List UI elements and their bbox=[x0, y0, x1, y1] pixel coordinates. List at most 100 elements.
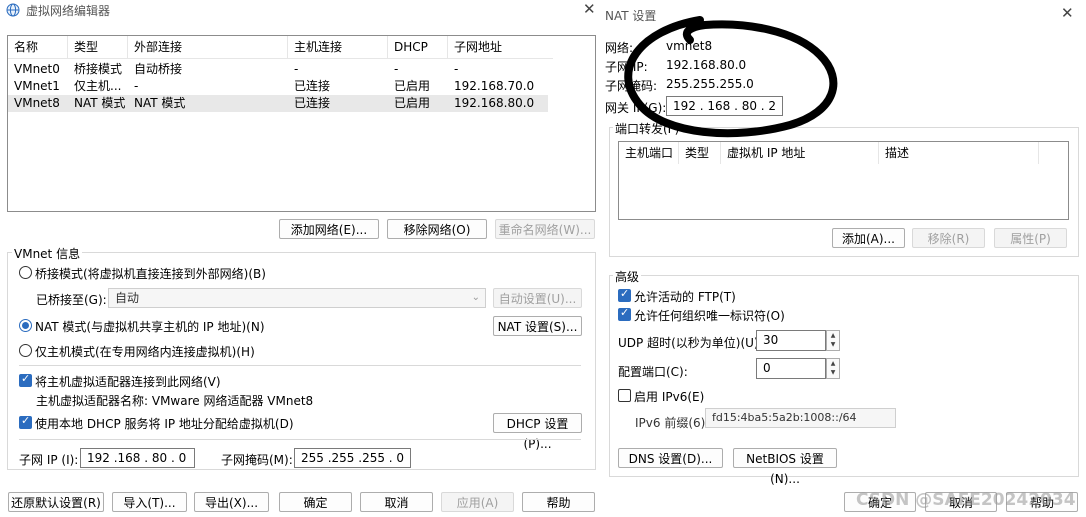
allow-ftp-checkbox[interactable] bbox=[618, 287, 631, 302]
ok-button[interactable]: 确定 bbox=[279, 492, 352, 512]
right-window-title: NAT 设置 bbox=[605, 9, 657, 23]
network-table: 名称 类型 外部连接 主机连接 DHCP 子网地址 VMnet0 桥接模式 自动… bbox=[7, 35, 596, 212]
divider bbox=[19, 365, 581, 366]
subnet-mask-label: 子网掩码: bbox=[605, 79, 658, 93]
column-header[interactable]: 主机连接 bbox=[288, 36, 388, 58]
subnet-ip-input[interactable]: 192 .168 . 80 . 0 bbox=[80, 448, 195, 468]
nat-mode-radio[interactable] bbox=[19, 319, 32, 332]
remove-port-button[interactable]: 移除(R) bbox=[912, 228, 985, 248]
remove-network-button[interactable]: 移除网络(O) bbox=[387, 219, 487, 239]
host-only-label[interactable]: 仅主机模式(在专用网络内连接虚拟机)(H) bbox=[35, 343, 255, 360]
enable-ipv6-checkbox[interactable] bbox=[618, 389, 631, 402]
dns-settings-button[interactable]: DNS 设置(D)... bbox=[618, 448, 723, 468]
table-row-selected[interactable]: VMnet8 NAT 模式 NAT 模式 已连接 已启用 192.168.80.… bbox=[8, 95, 548, 112]
cell-external: NAT 模式 bbox=[134, 96, 186, 110]
column-header[interactable]: 描述 bbox=[879, 142, 1039, 164]
auto-settings-button[interactable]: 自动设置(U)... bbox=[493, 288, 582, 308]
udp-timeout-input[interactable]: 30 bbox=[756, 330, 826, 351]
network-value: vmnet8 bbox=[666, 39, 713, 53]
cancel-button[interactable]: 取消 bbox=[360, 492, 433, 512]
gateway-input[interactable]: 192 . 168 . 80 . 2 bbox=[666, 96, 783, 116]
bridged-to-select[interactable]: 自动 ⌄ bbox=[108, 288, 486, 308]
rename-network-button[interactable]: 重命名网络(W)... bbox=[495, 219, 595, 239]
cell-name: VMnet8 bbox=[14, 96, 60, 110]
bridged-mode-radio[interactable] bbox=[19, 266, 32, 279]
bridged-to-value: 自动 bbox=[115, 291, 140, 305]
left-window-title: 虚拟网络编辑器 bbox=[26, 4, 111, 18]
cell-subnet: 192.168.70.0 bbox=[454, 79, 535, 93]
netbios-settings-button[interactable]: NetBIOS 设置(N)... bbox=[733, 448, 837, 486]
cell-external: - bbox=[134, 79, 139, 93]
subnet-mask-input[interactable]: 255 .255 .255 . 0 bbox=[294, 448, 411, 468]
subnet-ip-label: 子网 IP: bbox=[605, 60, 648, 74]
connect-adapter-label[interactable]: 将主机虚拟适配器连接到此网络(V) bbox=[35, 373, 221, 390]
host-only-radio[interactable] bbox=[19, 344, 32, 357]
cell-dhcp: 已启用 bbox=[394, 79, 431, 93]
close-icon[interactable]: ✕ bbox=[583, 0, 596, 18]
vmnet-info-label: VMnet 信息 bbox=[12, 245, 83, 262]
chevron-down-icon: ⌄ bbox=[471, 292, 480, 303]
port-forwarding-label: 端口转发(F) bbox=[613, 120, 682, 137]
connect-adapter-checkbox[interactable] bbox=[19, 372, 32, 387]
restore-defaults-button[interactable]: 还原默认设置(R) bbox=[8, 492, 104, 512]
config-port-spinner[interactable]: ▲ ▼ bbox=[826, 358, 840, 379]
close-icon[interactable]: ✕ bbox=[1061, 4, 1074, 22]
divider bbox=[19, 439, 581, 440]
allow-oui-label[interactable]: 允许任何组织唯一标识符(O) bbox=[634, 307, 785, 324]
nat-mode-label[interactable]: NAT 模式(与虚拟机共享主机的 IP 地址)(N) bbox=[35, 318, 265, 335]
nat-settings-button[interactable]: NAT 设置(S)... bbox=[493, 316, 582, 336]
dhcp-settings-button[interactable]: DHCP 设置(P)... bbox=[493, 413, 582, 451]
table-row[interactable]: VMnet0 桥接模式 自动桥接 - - - bbox=[8, 61, 548, 78]
cell-host: - bbox=[294, 62, 299, 76]
allow-ftp-label[interactable]: 允许活动的 FTP(T) bbox=[634, 288, 736, 305]
ipv6-prefix-input[interactable]: fd15:4ba5:5a2b:1008::/64 bbox=[705, 408, 896, 428]
column-header[interactable]: 类型 bbox=[68, 36, 128, 58]
export-button[interactable]: 导出(X)... bbox=[194, 492, 269, 512]
use-dhcp-checkbox[interactable] bbox=[19, 414, 32, 429]
cell-external: 自动桥接 bbox=[134, 62, 183, 76]
cell-host: 已连接 bbox=[294, 96, 331, 110]
left-title-bar: 虚拟网络编辑器 ✕ bbox=[0, 0, 600, 20]
gateway-label: 网关 IP(G): bbox=[605, 101, 667, 115]
help-button[interactable]: 帮助 bbox=[522, 492, 595, 512]
table-row[interactable]: VMnet1 仅主机... - 已连接 已启用 192.168.70.0 bbox=[8, 78, 548, 95]
port-forwarding-table: 主机端口 类型 虚拟机 IP 地址 描述 bbox=[618, 141, 1069, 220]
left-dialog: 虚拟网络编辑器 ✕ 名称 类型 外部连接 主机连接 DHCP 子网地址 VMne… bbox=[0, 0, 601, 517]
use-dhcp-label[interactable]: 使用本地 DHCP 服务将 IP 地址分配给虚拟机(D) bbox=[35, 415, 294, 432]
udp-timeout-spinner[interactable]: ▲ ▼ bbox=[826, 330, 840, 351]
column-header[interactable]: DHCP bbox=[388, 36, 448, 58]
column-header[interactable]: 类型 bbox=[679, 142, 721, 164]
udp-timeout-label: UDP 超时(以秒为单位)(U): bbox=[618, 336, 763, 350]
adapter-name: 主机虚拟适配器名称: VMware 网络适配器 VMnet8 bbox=[36, 394, 314, 408]
add-network-button[interactable]: 添加网络(E)... bbox=[279, 219, 379, 239]
cell-type: NAT 模式 bbox=[74, 96, 126, 110]
subnet-mask-label: 子网掩码(M): bbox=[221, 453, 293, 467]
apply-button[interactable]: 应用(A) bbox=[441, 492, 514, 512]
subnet-ip-label: 子网 IP (I): bbox=[19, 453, 79, 467]
bridged-to-label: 已桥接至(G): bbox=[36, 293, 107, 307]
column-header[interactable]: 子网地址 bbox=[448, 36, 553, 58]
ipv6-prefix-label: IPv6 前缀(6): bbox=[635, 416, 710, 430]
config-port-label: 配置端口(C): bbox=[618, 365, 688, 379]
bridged-mode-label[interactable]: 桥接模式(将虚拟机直接连接到外部网络)(B) bbox=[35, 265, 266, 282]
cell-subnet: - bbox=[454, 62, 459, 76]
import-button[interactable]: 导入(T)... bbox=[112, 492, 187, 512]
add-port-button[interactable]: 添加(A)... bbox=[832, 228, 905, 248]
subnet-ip-value: 192.168.80.0 bbox=[666, 58, 747, 72]
cell-dhcp: - bbox=[394, 62, 399, 76]
cell-name: VMnet1 bbox=[14, 79, 60, 93]
subnet-mask-value: 255.255.255.0 bbox=[666, 77, 754, 91]
cell-subnet: 192.168.80.0 bbox=[454, 96, 535, 110]
column-header[interactable]: 名称 bbox=[8, 36, 68, 58]
config-port-input[interactable]: 0 bbox=[756, 358, 826, 379]
right-dialog: NAT 设置 ✕ 网络: vmnet8 子网 IP: 192.168.80.0 … bbox=[597, 0, 1086, 517]
column-header[interactable]: 外部连接 bbox=[128, 36, 288, 58]
column-header[interactable]: 主机端口 bbox=[619, 142, 679, 164]
table-header: 名称 类型 外部连接 主机连接 DHCP 子网地址 bbox=[8, 36, 553, 59]
properties-button[interactable]: 属性(P) bbox=[994, 228, 1067, 248]
column-header[interactable]: 虚拟机 IP 地址 bbox=[721, 142, 879, 164]
allow-oui-checkbox[interactable] bbox=[618, 306, 631, 321]
cell-name: VMnet0 bbox=[14, 62, 60, 76]
enable-ipv6-label[interactable]: 启用 IPv6(E) bbox=[634, 388, 704, 405]
cell-host: 已连接 bbox=[294, 79, 331, 93]
